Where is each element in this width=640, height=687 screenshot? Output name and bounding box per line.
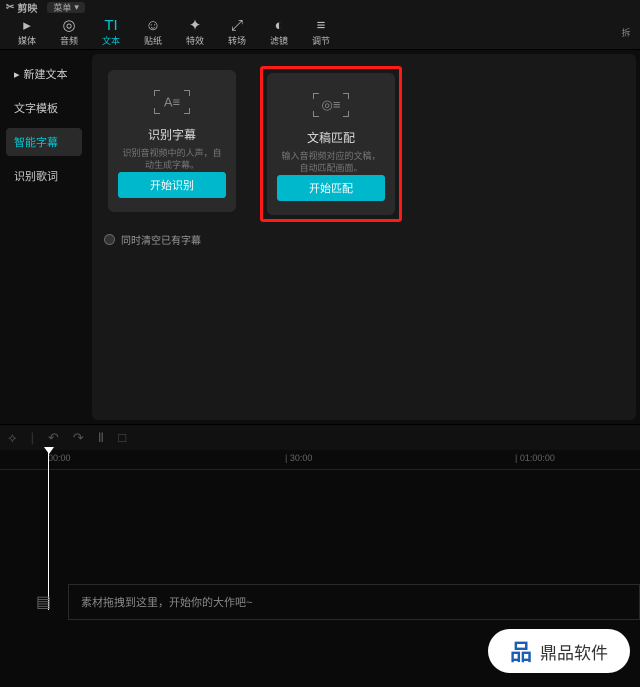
- tab-effects[interactable]: ✦ 特效: [174, 16, 216, 49]
- recognize-card-wrap: A≡ 识别字幕 识别音视频中的人声，自动生成字幕。 开始识别: [104, 66, 240, 222]
- text-sidebar: ▸ 新建文本 文字模板 智能字幕 识别歌词: [0, 50, 88, 424]
- recognize-desc: 识别音视频中的人声，自动生成字幕。: [120, 147, 224, 172]
- clear-subtitles-label: 同时清空已有字幕: [121, 232, 201, 247]
- title-bar: ✂ 剪映 菜单 ▾: [0, 0, 640, 14]
- match-card: ◎≡ 文稿匹配 输入音视频对应的文稿，自动匹配画面。 开始匹配: [267, 73, 395, 215]
- effects-icon: ✦: [189, 18, 202, 33]
- sidebar-smart-caption[interactable]: 智能字幕: [6, 128, 82, 156]
- tab-stickers[interactable]: ☺ 贴纸: [132, 16, 174, 49]
- delete-button[interactable]: □: [118, 430, 126, 445]
- media-track[interactable]: 素材拖拽到这里，开始你的大作吧~: [68, 584, 640, 620]
- sidebar-text-template[interactable]: 文字模板: [6, 94, 82, 122]
- ruler-tick-1: | 01:00:00: [515, 453, 555, 463]
- tab-audio[interactable]: ◎ 音频: [48, 16, 90, 49]
- undo-button[interactable]: ↶: [48, 430, 59, 446]
- recognize-title: 识别字幕: [148, 126, 196, 143]
- match-desc: 输入音视频对应的文稿，自动匹配画面。: [279, 150, 383, 175]
- tab-player-right[interactable]: 拆: [618, 16, 634, 49]
- track-edit-icon[interactable]: ▤: [36, 592, 51, 612]
- playhead[interactable]: [48, 450, 49, 610]
- text-icon: TI: [104, 18, 117, 33]
- card-row: A≡ 识别字幕 识别音视频中的人声，自动生成字幕。 开始识别 ◎≡ 文稿匹配 输…: [104, 66, 624, 222]
- transition-icon: ⤢: [231, 18, 243, 33]
- recognize-icon: A≡: [154, 90, 190, 114]
- sidebar-new-text[interactable]: ▸ 新建文本: [6, 60, 82, 88]
- start-recognize-button[interactable]: 开始识别: [118, 172, 226, 198]
- menu-dropdown[interactable]: 菜单 ▾: [47, 2, 85, 13]
- tab-text[interactable]: TI 文本: [90, 16, 132, 49]
- match-title: 文稿匹配: [307, 129, 355, 146]
- match-card-highlight: ◎≡ 文稿匹配 输入音视频对应的文稿，自动匹配画面。 开始匹配: [260, 66, 402, 222]
- clear-subtitles-checkbox[interactable]: [104, 234, 115, 245]
- clear-subtitles-row[interactable]: 同时清空已有字幕: [104, 232, 624, 247]
- tool-tabs: ▸ 媒体 ◎ 音频 TI 文本 ☺ 贴纸 ✦ 特效 ⤢ 转场 ◐ 滤镜 ≡ 调节…: [0, 14, 640, 50]
- match-icon: ◎≡: [313, 93, 349, 117]
- sidebar-lyrics[interactable]: 识别歌词: [6, 162, 82, 190]
- track-hint: 素材拖拽到这里，开始你的大作吧~: [81, 594, 252, 610]
- tab-transition[interactable]: ⤢ 转场: [216, 16, 258, 49]
- tab-adjust[interactable]: ≡ 调节: [300, 16, 342, 49]
- ruler-tick-0: | 30:00: [285, 453, 312, 463]
- pointer-tool[interactable]: ⟡: [8, 430, 17, 446]
- media-icon: ▸: [23, 18, 31, 33]
- main-panel: ▸ 新建文本 文字模板 智能字幕 识别歌词 A≡ 识别字幕 识别: [0, 50, 640, 424]
- filter-icon: ◐: [274, 18, 283, 33]
- sticker-icon: ☺: [145, 18, 160, 33]
- watermark-badge: 品 鼎品软件: [488, 629, 630, 673]
- tab-filter[interactable]: ◐ 滤镜: [258, 16, 300, 49]
- recognize-card: A≡ 识别字幕 识别音视频中的人声，自动生成字幕。 开始识别: [108, 70, 236, 212]
- split-button[interactable]: Ⅱ: [98, 430, 104, 446]
- watermark-text: 鼎品软件: [540, 639, 608, 664]
- tab-media[interactable]: ▸ 媒体: [6, 16, 48, 49]
- adjust-icon: ≡: [317, 18, 326, 33]
- logo-icon: ✂: [6, 2, 14, 13]
- ruler-start: 00:00: [48, 453, 71, 463]
- chevron-down-icon: ▾: [74, 2, 79, 13]
- app-title: 剪映: [17, 0, 37, 15]
- start-match-button[interactable]: 开始匹配: [277, 175, 385, 201]
- audio-icon: ◎: [62, 18, 75, 33]
- app-logo: ✂ 剪映: [6, 0, 37, 15]
- content-panel: A≡ 识别字幕 识别音视频中的人声，自动生成字幕。 开始识别 ◎≡ 文稿匹配 输…: [92, 54, 636, 420]
- time-ruler[interactable]: 00:00 | 30:00 | 01:00:00: [0, 450, 640, 470]
- watermark-logo-icon: 品: [510, 635, 532, 667]
- redo-button[interactable]: ↷: [73, 430, 84, 446]
- timeline-toolbar: ⟡ | ↶ ↷ Ⅱ □: [0, 424, 640, 450]
